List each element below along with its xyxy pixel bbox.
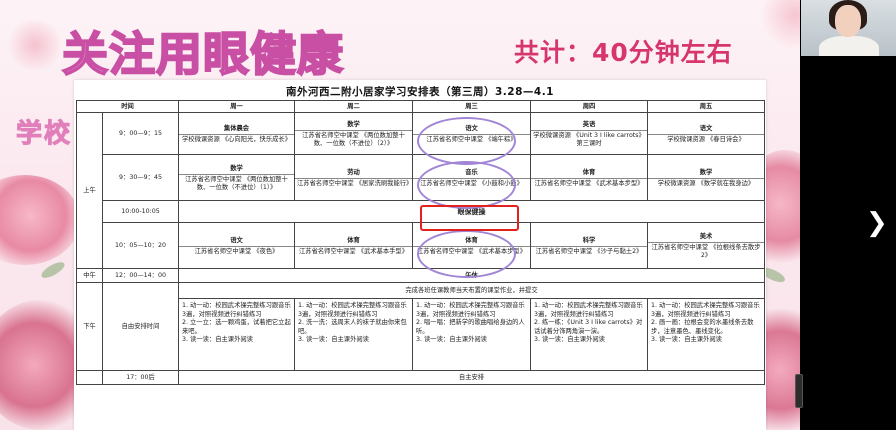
screen: 关注用眼健康 共计：40分钟左右 学校 南外河西二附小居家学习安排表（第三周）3… [0,0,896,430]
eye-exercise-cell: 眼保健操 [178,200,765,223]
period-afternoon: 下午 [76,282,103,371]
header-mon: 周一 [178,100,295,113]
lesson-cell: 英语 学校微课资源 《Unit 3 I like carrots》第三课时 [530,112,648,155]
presenter-body [819,36,879,56]
webcam-thumbnail [801,0,896,56]
header-thu: 周四 [530,100,648,113]
school-stamp-text: 学校 [15,119,73,150]
lesson-cell: 语文 江苏省名师空中课堂 《端午粽》 [412,112,531,155]
lesson-cell: 体育 江苏省名师空中课堂 《武术基本手型》 [294,222,413,269]
lesson-cell: 体育 江苏省名师空中课堂 《武术基本步型》 [530,154,648,201]
header-row: 时间 周一 周二 周三 周四 周五 [76,100,765,113]
time-cell: 17：00后 [102,370,179,385]
presenter-face [835,5,861,37]
lesson-cell: 数学 学校微课资源 《数学就在我身边》 [647,154,765,201]
free-time-cell: 自主安排 [178,370,765,385]
nap-cell: 午休 [178,268,765,283]
lesson-cell: 集体晨会 学校微课资源 《心向阳光，快乐成长》 [178,112,295,155]
table-row: 上午 9：00—9：15 集体晨会 学校微课资源 《心向阳光，快乐成长》 数学 江苏… [76,112,765,269]
table-row: 1. 动一动：校园武术操完整练习跟音乐3遍，对照视频进行纠错练习 2. 立一立：选… [77,298,765,371]
time-cell: 9：00—9：15 [102,112,179,155]
header-time: 时间 [76,100,179,113]
activity-cell: 1. 动一动：校园武术操完整练习跟音乐3遍，对照视频进行纠错练习 2. 练一练：《… [530,298,648,371]
slide-title: 关注用眼健康 [61,26,344,82]
total-time-label: 共计：40分钟左右 [514,38,733,67]
lesson-cell: 体育 江苏省名师空中课堂 《武术基本步型》 [412,222,531,269]
time-cell: 9：30—9：45 [102,154,179,201]
lesson-cell: 数学 江苏省名师空中课堂 《两位数加整十数、一位数（不进位）（1）》 [178,154,295,201]
activity-cell: 1. 动一动：校园武术操完整练习跟音乐3遍，对照视频进行纠错练习 2. 洗一洗：选… [294,298,413,371]
period-morning: 上午 [76,112,103,269]
chevron-right-icon[interactable]: ❯ [866,210,888,236]
table-row: 9：30—9：45 数学 江苏省名师空中课堂 《两位数加整十数、一位数（不进位）（… [77,154,765,201]
header-tue: 周二 [294,100,413,113]
period-noon: 中午 [76,268,103,283]
schedule-title: 南外河西二附小居家学习安排表（第三周）3.28—4.1 [285,86,554,98]
table-row: 10:00-10:05 眼保健操 [77,200,765,223]
time-cell: 10:00-10:05 [102,200,179,223]
activity-cell: 1. 动一动：校园武术操完整练习跟音乐3遍，对照视频进行纠错练习 2. 立一立：选… [178,298,295,371]
homework-note-cell: 完成各班任课教师当天布置的课堂作业，并提交 [178,282,765,299]
activity-cell: 1. 动一动：校园武术操完整练习跟音乐3遍，对照视频进行纠错练习 2. 唱一唱：把… [412,298,531,371]
rose-decoration [0,175,80,265]
scroll-handle[interactable] [795,374,803,408]
table-row: 10：05—10：20 语文 江苏省名师空中课堂 《夜色》 体育 江苏省名师空中课堂… [77,222,765,269]
lesson-cell: 数学 江苏省名师空中课堂 《两位数加整十数、一位数（不进位）（2）》 [294,112,413,155]
table-row: 下午 自由安排时间 完成各班任课教师当天布置的课堂作业，并提交 [76,282,765,371]
time-cell: 自由安排时间 [102,282,179,371]
time-cell: 10：05—10：20 [102,222,179,269]
rose-decoration [5,20,65,70]
table-row: 中午 12：00—14：00 午休 [76,268,765,283]
lesson-cell: 音乐 江苏省名师空中课堂 《小鼓和小鼓》 [412,154,531,201]
presentation-slide: 关注用眼健康 共计：40分钟左右 学校 南外河西二附小居家学习安排表（第三周）3… [0,0,800,430]
lesson-cell: 语文 江苏省名师空中课堂 《夜色》 [178,222,295,269]
header-fri: 周五 [647,100,765,113]
lesson-cell: 美术 江苏省名师空中课堂 《拉根线条去散步2》 [647,222,765,269]
table-row: 17：00后 自主安排 [76,370,765,385]
lesson-cell: 语文 学校微课资源 《春日诗会》 [647,112,765,155]
schedule-table: 时间 周一 周二 周三 周四 周五 上午 9：00—9：15 集体晨会 学校微课资… [76,100,765,385]
lesson-cell: 科学 江苏省名师空中课堂 《沙子与黏土2》 [530,222,648,269]
lesson-cell: 劳动 江苏省名师空中课堂 《居家洗刷我能行》 [294,154,413,201]
header-wed: 周三 [412,100,531,113]
rose-decoration [760,0,800,50]
schedule-sheet: 南外河西二附小居家学习安排表（第三周）3.28—4.1 时间 周一 周二 周三 … [74,80,766,430]
activity-cell: 1. 动一动：校园武术操完整练习跟音乐3遍，对照视频进行纠错练习 2. 画一画：拉… [647,298,765,371]
time-cell: 12：00—14：00 [102,268,179,283]
